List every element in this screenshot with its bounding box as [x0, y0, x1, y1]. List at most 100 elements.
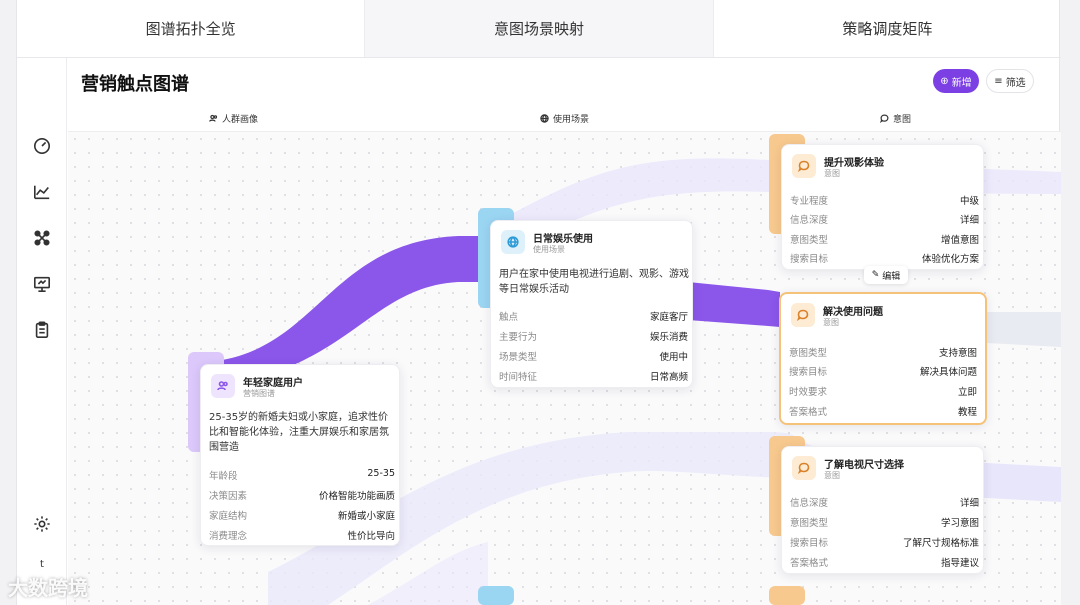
row-key: 意图类型 — [790, 518, 829, 529]
card-subtitle: 意图 — [823, 318, 839, 327]
row-key: 时效要求 — [789, 387, 828, 398]
card-title: 日常娱乐使用 — [533, 234, 593, 245]
card-row: 时间特征 日常高频 — [499, 369, 688, 383]
card-row: 搜索目标 体验优化方案 — [790, 251, 979, 265]
column-header-scenario: 使用场景 — [399, 106, 730, 131]
watermark-logo: 大数跨境 — [8, 572, 88, 601]
row-key: 年龄段 — [209, 471, 238, 482]
card-title: 了解电视尺寸选择 — [824, 460, 904, 471]
row-key: 搜索目标 — [790, 254, 829, 265]
card-row: 主要行为 娱乐消费 — [499, 329, 688, 343]
intent-card-tv-size[interactable]: 了解电视尺寸选择 意图 信息深度 详细 意图类型 学习意图 搜索目标 了解尺寸规格标准… — [781, 446, 984, 574]
tab-topology-overview[interactable]: 图谱拓扑全览 — [17, 0, 366, 57]
card-row: 答案格式 教程 — [789, 404, 977, 418]
column-headers: 人群画像 使用场景 意图 — [68, 106, 1061, 132]
row-value: 详细 — [959, 215, 979, 226]
chat-bubble-icon — [791, 303, 815, 327]
row-value: 立即 — [957, 387, 977, 398]
filter-button[interactable]: ≡ 筛选 — [986, 69, 1034, 93]
card-subtitle: 意图 — [824, 471, 840, 480]
row-value: 指导建议 — [940, 558, 979, 569]
avatar[interactable]: t — [34, 556, 50, 572]
clipboard-icon[interactable] — [32, 320, 52, 340]
intent-card-enhance-viewing[interactable]: 提升观影体验 意图 专业程度 中级 信息深度 详细 意图类型 增值意图 搜索目标 体验优… — [781, 144, 984, 270]
plus-circle-icon: ⊕ — [940, 75, 949, 87]
row-key: 家庭结构 — [209, 511, 248, 522]
card-row: 意图类型 支持意图 — [789, 345, 977, 359]
row-key: 答案格式 — [790, 558, 829, 569]
column-header-label: 人群画像 — [221, 115, 258, 125]
row-key: 意图类型 — [790, 235, 829, 246]
row-value: 价格智能功能画质 — [318, 491, 395, 502]
globe-icon — [501, 230, 525, 254]
graph-canvas[interactable]: 年轻家庭用户 营销图谱 25-35岁的新婚夫妇或小家庭，追求性价比和智能化体验，… — [68, 132, 1061, 605]
page-header: 营销触点图谱 ⊕ 新增 ≡ 筛选 — [68, 58, 1061, 106]
chat-bubble-icon — [792, 154, 816, 178]
card-row: 触点 家庭客厅 — [499, 309, 688, 323]
card-row: 消费理念 性价比导向 — [209, 528, 395, 542]
presentation-icon[interactable] — [32, 274, 52, 294]
chart-icon[interactable] — [32, 182, 52, 202]
row-key: 搜索目标 — [789, 367, 828, 378]
card-subtitle: 意图 — [824, 169, 840, 178]
app-frame: 图谱拓扑全览 意图场景映射 策略调度矩阵 t 营销触点图谱 ⊕ 新增 ≡ 筛选 … — [16, 0, 1061, 605]
card-row: 意图类型 增值意图 — [790, 232, 979, 246]
chat-bubble-icon — [879, 114, 889, 123]
users-icon — [211, 374, 235, 398]
tab-strategy-matrix[interactable]: 策略调度矩阵 — [714, 0, 1061, 57]
row-key: 意图类型 — [789, 348, 828, 359]
card-row: 场景类型 使用中 — [499, 349, 688, 363]
filter-button-label: 筛选 — [1005, 77, 1026, 89]
row-value: 25-35 — [367, 468, 395, 479]
graph-nodes-icon[interactable] — [32, 228, 52, 248]
globe-icon — [540, 114, 549, 123]
card-subtitle: 使用场景 — [533, 245, 565, 254]
card-title: 年轻家庭用户 — [243, 378, 303, 389]
scenario-card-tab — [478, 586, 514, 605]
row-value: 解决具体问题 — [919, 367, 977, 378]
column-header-label: 使用场景 — [552, 115, 589, 125]
persona-card[interactable]: 年轻家庭用户 营销图谱 25-35岁的新婚夫妇或小家庭，追求性价比和智能化体验，… — [200, 364, 400, 546]
column-header-persona: 人群画像 — [68, 106, 399, 131]
row-value: 增值意图 — [940, 235, 979, 246]
left-rail: t — [17, 58, 67, 605]
card-row: 信息深度 详细 — [790, 495, 979, 509]
intent-card-solve-issue[interactable]: 解决使用问题 意图 意图类型 支持意图 搜索目标 解决具体问题 时效要求 立即 答案格… — [779, 292, 987, 425]
dashboard-icon[interactable] — [32, 136, 52, 156]
row-value: 详细 — [959, 498, 979, 509]
row-key: 主要行为 — [499, 332, 538, 343]
tab-intent-scene-mapping[interactable]: 意图场景映射 — [365, 0, 714, 57]
row-value: 学习意图 — [940, 518, 979, 529]
watermark-text: 大数跨境 — [8, 576, 88, 600]
chat-bubble-icon — [792, 456, 816, 480]
page-title: 营销触点图谱 — [81, 74, 189, 95]
row-value: 使用中 — [659, 352, 688, 363]
edit-button[interactable]: ✎ 编辑 — [864, 266, 908, 284]
card-description: 用户在家中使用电视进行追剧、观影、游戏等日常娱乐活动 — [499, 269, 689, 295]
card-row: 意图类型 学习意图 — [790, 515, 979, 529]
row-value: 新婚或小家庭 — [337, 511, 395, 522]
row-key: 场景类型 — [499, 352, 538, 363]
gear-icon[interactable] — [32, 514, 52, 534]
row-value: 了解尺寸规格标准 — [902, 538, 979, 549]
row-key: 专业程度 — [790, 196, 829, 207]
top-tabs: 图谱拓扑全览 意图场景映射 策略调度矩阵 — [17, 0, 1061, 58]
card-row: 决策因素 价格智能功能画质 — [209, 488, 395, 502]
row-value: 体验优化方案 — [921, 254, 979, 265]
row-key: 信息深度 — [790, 498, 829, 509]
card-row: 答案格式 指导建议 — [790, 555, 979, 569]
row-value: 性价比导向 — [347, 531, 395, 542]
add-button-label: 新增 — [951, 77, 972, 89]
row-key: 决策因素 — [209, 491, 248, 502]
card-row: 时效要求 立即 — [789, 384, 977, 398]
edit-label: 编辑 — [882, 271, 901, 282]
column-header-intent: 意图 — [730, 106, 1061, 131]
row-value: 家庭客厅 — [649, 312, 688, 323]
users-icon — [209, 114, 218, 122]
card-row: 家庭结构 新婚或小家庭 — [209, 508, 395, 522]
card-description: 25-35岁的新婚夫妇或小家庭，追求性价比和智能化体验，注重大屏娱乐和家居氛围营… — [209, 412, 389, 453]
add-button[interactable]: ⊕ 新增 — [933, 69, 979, 93]
row-value: 支持意图 — [938, 348, 977, 359]
scenario-card[interactable]: 日常娱乐使用 使用场景 用户在家中使用电视进行追剧、观影、游戏等日常娱乐活动 触… — [490, 220, 693, 388]
card-title: 解决使用问题 — [823, 307, 883, 318]
